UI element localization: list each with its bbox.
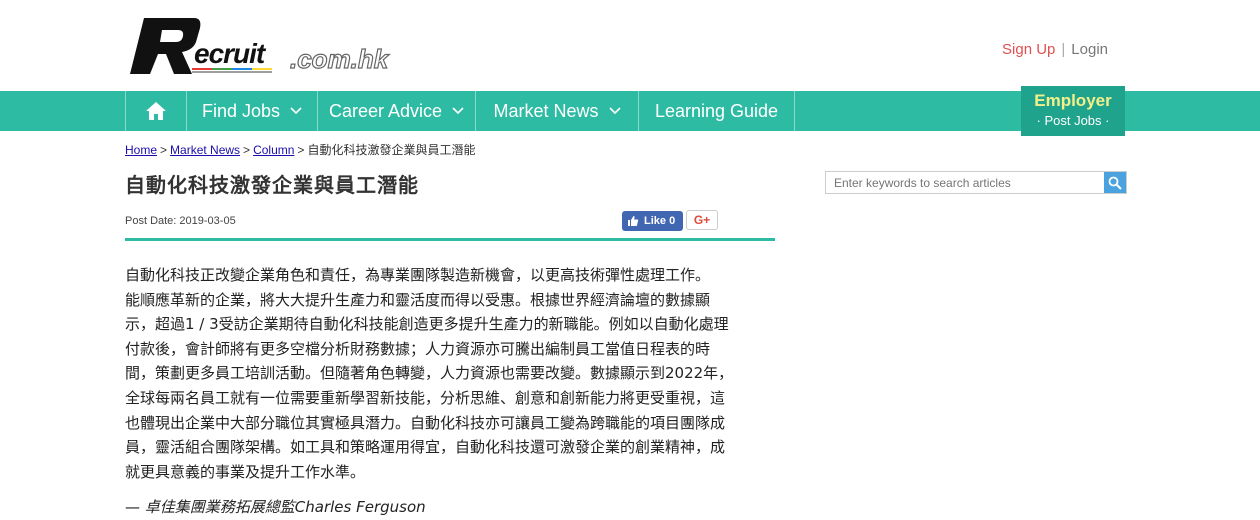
breadcrumb-current: 自動化科技激發企業與員工潛能	[307, 143, 476, 157]
home-icon	[146, 102, 166, 120]
employer-post-jobs-button[interactable]: Employer · Post Jobs ·	[1021, 86, 1125, 136]
logo-domain: .com.hk	[289, 43, 389, 74]
breadcrumb: Home > Market News > Column > 自動化科技激發企業與員工潛能	[125, 141, 475, 158]
nav-home[interactable]	[125, 91, 186, 131]
thumbs-up-icon	[628, 216, 639, 226]
signup-link[interactable]: Sign Up	[1002, 41, 1055, 58]
chevron-down-icon	[452, 107, 464, 115]
site-logo[interactable]: ecruit .com.hk	[130, 14, 470, 78]
employer-subtitle: · Post Jobs ·	[1036, 113, 1110, 128]
breadcrumb-home[interactable]: Home	[125, 143, 157, 157]
employer-title: Employer	[1034, 91, 1112, 110]
nav-market-news-label: Market News	[493, 100, 599, 121]
nav-find-jobs-label: Find Jobs	[201, 100, 281, 121]
nav-learning-guide[interactable]: Learning Guide	[638, 91, 795, 131]
breadcrumb-column[interactable]: Column	[253, 143, 294, 157]
chevron-down-icon	[608, 107, 621, 115]
site-header: ecruit .com.hk Sign Up | Login	[0, 0, 1260, 91]
logo-stripes	[192, 68, 272, 73]
article-line: 自動化科技正改變企業角色和責任，為專業團隊製造新機會，以更高技術彈性處理工作。	[125, 266, 711, 284]
like-count-label: Like 0	[644, 215, 676, 227]
article-line: 示，超過1 / 3受訪企業期待自動化科技能創造更多提升生產力的新職能。例如以自動…	[125, 315, 729, 334]
article-line: 全球每兩名員工就有一位需要重新學習新技能，分析思維、創意和創新能力將更受重視，這	[125, 388, 726, 407]
article-search	[825, 171, 1127, 194]
title-divider	[125, 238, 775, 241]
auth-links: Sign Up | Login	[1002, 41, 1108, 58]
article-body: 自動化科技正改變企業角色和責任，為專業團隊製造新機會，以更高技術彈性處理工作。 …	[125, 263, 773, 484]
auth-separator: |	[1061, 41, 1066, 58]
article-line: 就更具意義的事業及提升工作水準。	[125, 462, 366, 481]
breadcrumb-sep: >	[297, 143, 305, 157]
article-line: 能順應革新的企業，將大大提升生產力和靈活度而得以受惠。根據世界經濟論壇的數據顯	[125, 290, 711, 309]
article-line: 員，靈活組合團隊架構。如工具和策略運用得宜，自動化科技還可激發企業的創業精神，成	[125, 438, 726, 457]
article-line: 也體現出企業中大部分職位其實極具潛力。自動化科技亦可讓員工變為跨職能的項目團隊成	[125, 413, 726, 432]
logo-word: ecruit	[194, 38, 265, 69]
article-attribution: — 卓佳集團業務拓展總監Charles Ferguson	[125, 498, 426, 516]
post-date: Post Date: 2019-03-05	[125, 215, 236, 227]
nav-career-advice[interactable]: Career Advice	[317, 91, 475, 131]
nav-career-advice-label: Career Advice	[328, 100, 443, 121]
breadcrumb-sep: >	[243, 143, 251, 157]
chevron-down-icon	[290, 107, 302, 115]
article-line: 付款後，會計師將有更多空檔分析財務數據；人力資源亦可騰出編制員工當值日程表的時	[125, 339, 711, 358]
search-icon	[1108, 176, 1122, 190]
breadcrumb-sep: >	[160, 143, 168, 157]
article-title: 自動化科技激發企業與員工潛能	[125, 173, 419, 197]
nav-find-jobs[interactable]: Find Jobs	[186, 91, 317, 131]
article-line: 間，策劃更多員工培訓活動。但隨著角色轉變，人力資源也需要改變。數據顯示到2022…	[125, 364, 734, 383]
nav-market-news[interactable]: Market News	[475, 91, 638, 131]
facebook-like-button[interactable]: Like 0	[622, 211, 683, 231]
google-plus-button[interactable]: G+	[686, 210, 718, 230]
search-button[interactable]	[1104, 172, 1126, 193]
nav-learning-guide-label: Learning Guide	[654, 100, 779, 121]
breadcrumb-market-news[interactable]: Market News	[170, 143, 240, 157]
login-link[interactable]: Login	[1071, 41, 1108, 58]
search-input[interactable]	[826, 172, 1104, 193]
